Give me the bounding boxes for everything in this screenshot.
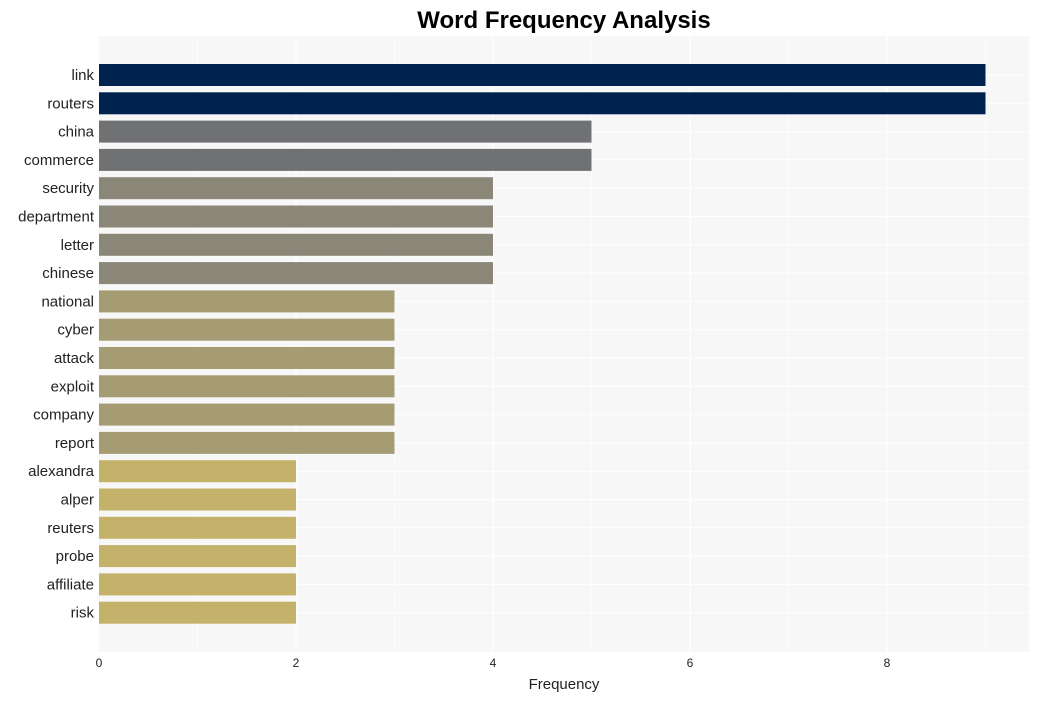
y-label-risk: risk bbox=[71, 605, 95, 622]
y-label-routers: routers bbox=[47, 95, 94, 112]
x-tick-4: 4 bbox=[490, 656, 497, 670]
y-label-link: link bbox=[71, 67, 94, 84]
y-label-alper: alper bbox=[61, 492, 94, 509]
x-tick-0: 0 bbox=[96, 656, 103, 670]
bar-china bbox=[99, 120, 592, 143]
bar-probe bbox=[99, 545, 296, 568]
bar-security bbox=[99, 177, 493, 200]
y-label-report: report bbox=[55, 435, 95, 452]
y-label-alexandra: alexandra bbox=[28, 463, 95, 480]
bar-attack bbox=[99, 347, 395, 369]
x-tick-2: 2 bbox=[293, 656, 300, 670]
bar-chinese bbox=[99, 262, 493, 285]
y-label-department: department bbox=[18, 209, 95, 226]
x-tick-8: 8 bbox=[884, 656, 891, 670]
y-label-cyber: cyber bbox=[57, 322, 94, 339]
bar-department bbox=[99, 205, 493, 228]
y-label-probe: probe bbox=[56, 548, 94, 565]
bar-commerce bbox=[99, 148, 592, 171]
bar-link bbox=[99, 64, 986, 86]
bar-company bbox=[99, 403, 395, 426]
bar-report bbox=[99, 431, 395, 454]
word-frequency-chart: link routers china commerce security departme… bbox=[18, 7, 1029, 693]
y-label-chinese: chinese bbox=[42, 265, 94, 282]
y-label-security: security bbox=[42, 180, 94, 197]
bar-routers bbox=[99, 92, 986, 115]
bar-cyber bbox=[99, 318, 395, 341]
y-axis-labels: link routers china commerce security departme… bbox=[18, 67, 95, 622]
bar-risk bbox=[99, 601, 296, 624]
y-label-commerce: commerce bbox=[24, 152, 94, 169]
bar-reuters bbox=[99, 516, 296, 539]
bar-national bbox=[99, 290, 395, 313]
x-axis-ticks: 0 2 4 6 8 bbox=[96, 656, 891, 670]
y-label-letter: letter bbox=[61, 237, 94, 254]
x-tick-6: 6 bbox=[687, 656, 694, 670]
bar-exploit bbox=[99, 375, 395, 398]
bar-alper bbox=[99, 488, 296, 511]
y-label-affiliate: affiliate bbox=[47, 576, 94, 593]
y-label-china: china bbox=[58, 124, 95, 141]
y-label-reuters: reuters bbox=[47, 520, 94, 537]
bar-letter bbox=[99, 233, 493, 256]
bar-alexandra bbox=[99, 460, 296, 483]
y-label-company: company bbox=[33, 407, 94, 424]
bar-affiliate bbox=[99, 573, 296, 596]
y-label-exploit: exploit bbox=[51, 378, 95, 395]
y-label-attack: attack bbox=[54, 350, 95, 367]
x-axis-label: Frequency bbox=[529, 676, 600, 693]
y-label-national: national bbox=[41, 293, 94, 310]
chart-title: Word Frequency Analysis bbox=[417, 7, 710, 34]
